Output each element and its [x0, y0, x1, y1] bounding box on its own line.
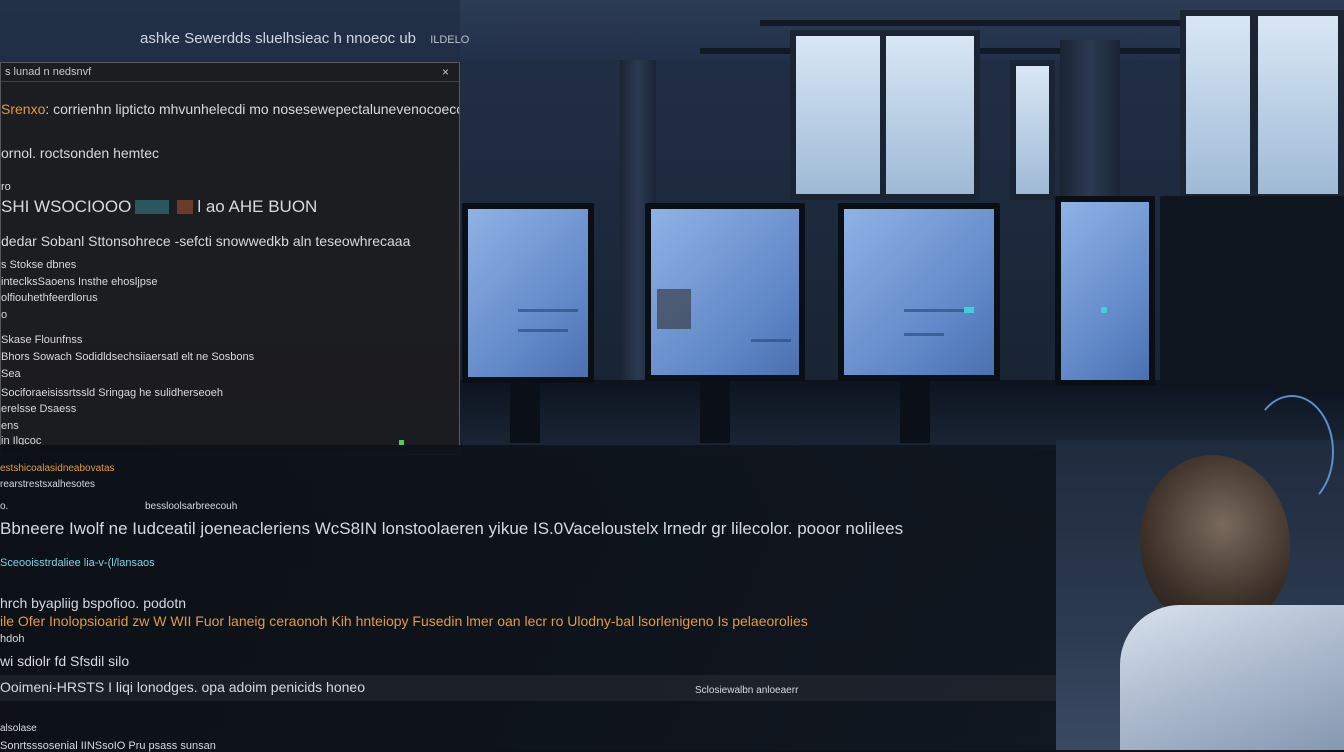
terminal-line-text: inteclksSaoens Insthe ehosljpse: [1, 276, 158, 288]
screen-ui-bar: [904, 333, 944, 336]
log-line: ile Ofer Inolopsioarid zw W WII Fuor lan…: [0, 613, 808, 629]
terminal-line: Skase Flounfnss: [1, 334, 82, 346]
terminal-line: s Stokse dbnes: [1, 259, 76, 271]
terminal-line-text: Bhors Sowach Sodidldsechsiiaersatl elt n…: [1, 351, 255, 363]
screen-ui-highlight: [964, 307, 974, 313]
monitor-screen: [1061, 202, 1149, 380]
caption-text: ashke Sewerdds sluelhsieac h nnoeoc ub: [140, 30, 417, 47]
caption-badge: ILDELO: [430, 34, 470, 46]
top-caption: ashke Sewerdds sluelhsieac h nnoeoc ub I…: [140, 30, 469, 47]
monitor: [645, 203, 805, 381]
log-line: bessloolsarbreecouh: [145, 501, 238, 512]
terminal-line: erelsse Dsaess: [1, 403, 76, 415]
log-line: hdoh: [0, 633, 25, 645]
terminal-line-text: Sociforaeisissrtssld Sringag he sulidher…: [1, 387, 223, 399]
terminal-line-text: SHI WSOCIOOO: [1, 197, 132, 216]
window: [1180, 10, 1344, 200]
terminal-line: Sociforaeisissrtssld Sringag he sulidher…: [1, 387, 223, 399]
monitor-back: [1160, 196, 1280, 386]
terminal-line: olfiouhethfeerdlorus: [1, 292, 98, 304]
log-panel: estshicoalasidneabovatas rearstrestsxalhe…: [0, 445, 1056, 752]
log-line: Bbneere Iwolf ne Iudceatil joeneaclerien…: [0, 519, 904, 538]
terminal-line-text: Skase Flounfnss: [1, 334, 83, 346]
monitor-screen: [844, 209, 994, 375]
close-icon[interactable]: ×: [442, 65, 449, 79]
monitor-stand: [700, 381, 730, 443]
window-mullion: [1250, 10, 1258, 200]
log-line: estshicoalasidneabovatas: [0, 463, 115, 474]
log-line: Ooimeni-HRSTS I liqi lonodges. opa adoim…: [0, 679, 365, 695]
log-line: Sclosiewalbn anloeaerr: [695, 685, 799, 696]
terminal-line-accent: Srenxo: [1, 101, 46, 117]
log-line: Sonrtsssosenial IINSsoIO Pru psass sunsa…: [0, 740, 216, 752]
terminal-line-tail: l ao AHE BUON: [197, 197, 318, 216]
log-line: alsolase: [0, 723, 37, 734]
terminal-line-text: ornol. roctsonden hemtec: [1, 145, 159, 161]
monitor: [838, 203, 1000, 381]
log-line: hrch byapliig bspofioo. podotn: [0, 595, 187, 611]
terminal-line-text: s Stokse dbnes: [1, 259, 77, 271]
log-line: Sceooisstrdaliee lia-v-(l/lansaos: [0, 557, 155, 569]
terminal-line: o: [1, 309, 7, 321]
terminal-line-text: dedar Sobanl Sttonsohrece -sefcti snowwe…: [1, 233, 411, 249]
screen-ui-panel: [657, 289, 691, 329]
highlight-block: [177, 200, 194, 214]
log-line: wi sdiolr fd Sfsdil silo: [0, 653, 130, 669]
person-shirt: [1120, 605, 1344, 750]
person-at-desk: [1120, 395, 1344, 750]
terminal-line-text: : corrienhn lipticto mhvunhelecdi mo nos…: [45, 101, 460, 117]
terminal-title: s lunad n nedsnvf: [5, 66, 92, 78]
terminal-line: Srenxo: corrienhn lipticto mhvunhelecdi …: [1, 101, 460, 117]
terminal-line: ro: [1, 181, 11, 193]
screen-ui-bar: [904, 309, 964, 312]
terminal-line: ens: [1, 420, 19, 432]
monitor: [462, 203, 594, 383]
terminal-line: Bhors Sowach Sodidldsechsiiaersatl elt n…: [1, 351, 254, 363]
terminal-line-text: o: [1, 309, 8, 321]
terminal-line-text: erelsse Dsaess: [1, 403, 77, 415]
terminal-window[interactable]: s lunad n nedsnvf × Srenxo: corrienhn li…: [0, 62, 460, 455]
highlight-block: [135, 200, 170, 214]
screen-ui-bar: [518, 309, 578, 312]
screen-ui-bar: [751, 339, 791, 342]
monitor-stand: [900, 381, 930, 443]
terminal-line: ornol. roctsonden hemtec: [1, 145, 159, 161]
terminal-line-text: Sea: [1, 368, 21, 380]
screen-ui-highlight: [1101, 307, 1107, 313]
terminal-line: inteclksSaoens Insthe ehosljpse: [1, 276, 158, 288]
monitor-screen: [468, 209, 588, 377]
log-line: rearstrestsxalhesotes: [0, 479, 96, 490]
window: [1010, 60, 1055, 200]
terminal-line-text: ro: [1, 181, 11, 193]
terminal-line-text: olfiouhethfeerdlorus: [1, 292, 98, 304]
screen-ui-bar: [518, 329, 568, 332]
person-head: [1140, 455, 1290, 630]
monitor-stand: [510, 383, 540, 443]
monitor: [1055, 196, 1155, 386]
terminal-titlebar[interactable]: s lunad n nedsnvf: [1, 63, 459, 82]
terminal-line: dedar Sobanl Sttonsohrece -sefcti snowwe…: [1, 233, 410, 249]
log-line: o.: [0, 501, 9, 512]
terminal-line: Sea: [1, 368, 21, 380]
window-mullion: [880, 30, 886, 200]
monitor-screen: [651, 209, 799, 375]
monitor-back: [1275, 196, 1344, 396]
terminal-line: SHI WSOCIOOO l ao AHE BUON: [1, 197, 317, 217]
terminal-line-text: ens: [1, 420, 19, 432]
